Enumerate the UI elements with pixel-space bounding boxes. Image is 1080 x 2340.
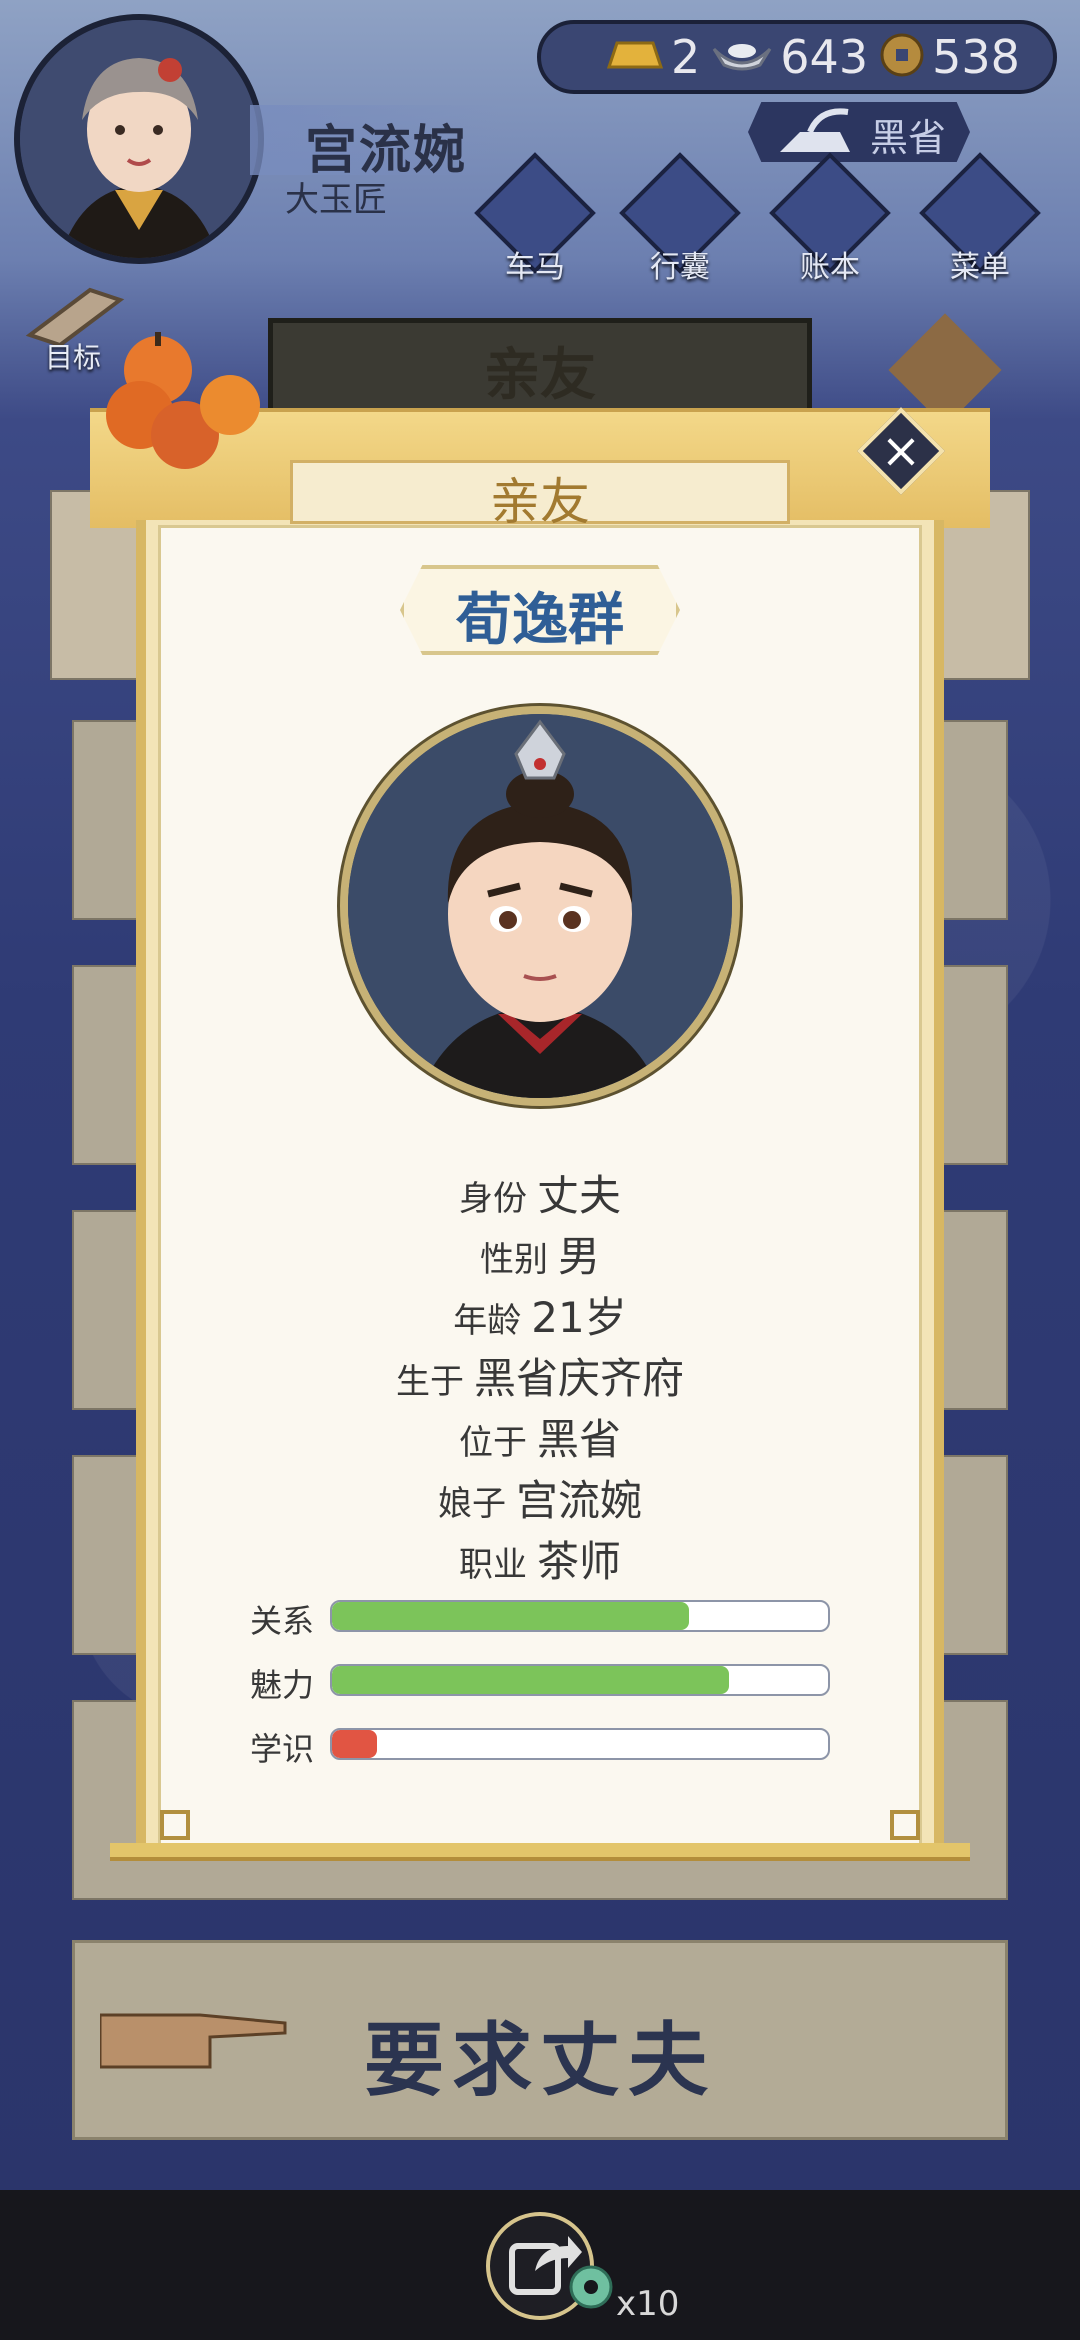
stat-label-relation: 关系 [250,1602,315,1640]
silver-ingot-icon [710,33,774,81]
corner-ornament [160,1810,190,1840]
info-row-occupation: 职业 茶师 [158,1528,922,1589]
character-name: 荀逸群 [456,587,624,653]
nav-bag[interactable]: 行囊 [619,152,741,285]
iron-icon [770,102,860,166]
info-value: 茶师 [536,1537,621,1586]
currency-copper: 538 [878,30,1020,84]
stat-bar-relation [330,1600,830,1632]
modal-bottom-rail [110,1843,970,1861]
copper-value: 538 [932,30,1020,84]
nav-ledger[interactable]: 账本 [769,152,891,285]
nav-label-bag: 行囊 [650,250,710,285]
player-title: 大玉匠 [285,180,387,220]
corner-ornament [890,1810,920,1840]
panel-title: 亲友 [484,342,596,408]
info-row-identity: 身份 丈夫 [158,1162,922,1223]
info-value: 黑省庆齐府 [473,1354,684,1403]
stat-bar-knowledge [330,1728,830,1760]
gold-value: 2 [671,30,701,84]
info-row-birthplace: 生于 黑省庆齐府 [158,1345,922,1406]
info-row-gender: 性别男 [158,1223,922,1284]
stat-fill-charm [332,1666,729,1694]
jade-coin-icon [566,2262,616,2316]
goal-label[interactable]: 目标 [45,336,101,376]
stat-fill-relation [332,1602,690,1630]
gold-bar-icon [601,33,665,81]
info-label: 性别 [479,1240,548,1280]
nav-menu[interactable]: 菜单 [919,152,1041,285]
stat-label-knowledge: 学识 [250,1730,315,1768]
info-value: 宫流婉 [515,1476,642,1525]
info-row-location: 位于 黑省 [158,1406,922,1467]
nav-label-ledger: 账本 [800,250,860,285]
info-label: 位于 [458,1423,527,1463]
info-label: 职业 [458,1545,527,1585]
request-husband-label[interactable]: 要求丈夫 [72,1996,1008,2112]
currency-bar: 2 643 538 [537,20,1057,94]
nav-label-carriage: 车马 [505,250,565,285]
stat-label-charm: 魅力 [250,1666,315,1704]
info-label: 娘子 [437,1484,506,1524]
nav-carriage[interactable]: 车马 [474,152,596,285]
info-value: 男 [557,1232,600,1281]
info-label: 年龄 [453,1301,522,1341]
info-row-wife: 娘子 宫流婉 [158,1467,922,1528]
stat-fill-knowledge [332,1730,377,1758]
character-portrait [340,706,740,1106]
info-row-age: 年龄 21岁 [158,1284,922,1345]
currency-silver: 643 [710,30,868,84]
info-value: 丈夫 [536,1171,621,1220]
persimmon-icon [100,330,270,484]
stat-bar-charm [330,1664,830,1696]
player-avatar[interactable] [14,14,264,264]
copper-coin-icon [878,31,926,83]
currency-gold: 2 [601,30,700,84]
silver-value: 643 [780,30,869,84]
info-value: 黑省 [536,1415,621,1464]
info-label: 生于 [395,1362,464,1402]
nav-label-menu: 菜单 [950,250,1010,285]
location-label: 黑省 [870,116,947,160]
reward-count: x10 [616,2284,680,2324]
info-value: 21岁 [531,1293,627,1342]
close-icon[interactable]: × [870,420,932,482]
info-label: 身份 [458,1179,527,1219]
modal-header: 亲友 [490,473,590,531]
